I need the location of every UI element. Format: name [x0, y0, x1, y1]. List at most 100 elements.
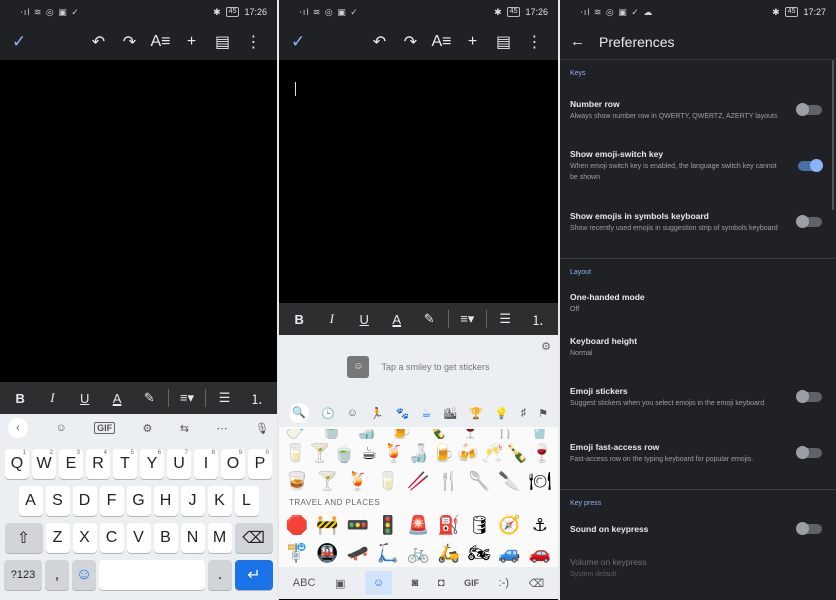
italic-button[interactable]: I — [38, 390, 66, 406]
key-k[interactable]: K — [207, 486, 232, 516]
emoji-item[interactable]: ⚓ — [526, 516, 554, 534]
objects-icon[interactable]: 💡 — [495, 407, 509, 420]
document-body[interactable] — [0, 60, 277, 382]
key-u[interactable]: U7 — [167, 449, 191, 479]
key-e[interactable]: E3 — [59, 449, 83, 479]
undo-icon[interactable]: ↶ — [83, 32, 114, 52]
highlight-icon[interactable]: ✎ — [415, 311, 443, 327]
emoji-item[interactable]: 🍴 — [435, 472, 463, 490]
align-dropdown[interactable]: ≡▾ — [173, 390, 201, 406]
emoji-item[interactable]: 🚲 — [405, 544, 433, 562]
key-l[interactable]: L — [234, 486, 259, 516]
emoji-item[interactable]: 🛹 — [344, 544, 372, 562]
emoji-item[interactable]: 🍹 — [344, 472, 372, 490]
key-x[interactable]: X — [72, 523, 97, 553]
emoji-item[interactable]: 🍶 — [352, 429, 380, 439]
emoji-item[interactable]: 🍺 — [431, 444, 456, 462]
emoji-item[interactable]: 🔪 — [496, 472, 524, 490]
key-p[interactable]: P0 — [248, 449, 272, 479]
more-icon[interactable]: ⋯ — [217, 422, 228, 435]
highlight-icon[interactable]: ✎ — [135, 390, 163, 406]
emoji-item[interactable]: 🛢 — [465, 516, 493, 534]
key-w[interactable]: W2 — [32, 449, 56, 479]
undo-icon[interactable]: ↶ — [364, 32, 395, 52]
toggle-switch[interactable] — [796, 103, 822, 116]
emoji-item[interactable]: 🏍 — [465, 544, 493, 562]
bulleted-list-icon[interactable]: ☰ — [491, 311, 519, 327]
symbols-key[interactable]: ?123 — [4, 560, 42, 590]
delete-icon[interactable]: ⌫ — [529, 577, 545, 590]
emoji-item[interactable]: 🍾 — [505, 444, 530, 462]
emoji-item[interactable]: ☕ — [357, 444, 382, 462]
key-v[interactable]: V — [126, 523, 151, 553]
emoji-item[interactable]: 🍶 — [406, 444, 431, 462]
done-check-icon[interactable]: ✓ — [287, 32, 305, 52]
emoji-item[interactable]: 🥢 — [405, 472, 433, 490]
key-a[interactable]: A — [18, 486, 43, 516]
emoji-item[interactable]: 🥃 — [283, 472, 311, 490]
emoji-item[interactable]: 🍵 — [318, 429, 346, 439]
preference-item[interactable]: Number row Always show number row in QWER… — [560, 82, 836, 138]
emoticon-button[interactable]: :-) — [499, 577, 509, 589]
emoji-item[interactable]: 🥄 — [465, 472, 493, 490]
preference-item[interactable]: Keyboard height Normal — [560, 325, 836, 369]
emoji-item[interactable]: 🚇 — [313, 544, 341, 562]
bitmoji-icon[interactable]: ◘ — [438, 577, 445, 589]
align-dropdown[interactable]: ≡▾ — [453, 311, 481, 327]
key-f[interactable]: F — [99, 486, 124, 516]
emoji-item[interactable]: 🍼 — [283, 429, 311, 439]
emoji-item[interactable]: 🍵 — [332, 444, 357, 462]
emoji-item[interactable]: 🛑 — [283, 516, 311, 534]
collapse-icon[interactable]: ‹ — [8, 418, 28, 438]
preference-item[interactable]: Emoji fast-access row Fast-access row on … — [560, 425, 836, 481]
bulleted-list-icon[interactable]: ☰ — [211, 390, 239, 406]
emoji-item[interactable]: 🥛 — [374, 472, 402, 490]
comma-key[interactable]: , — [45, 560, 69, 590]
emoji-item[interactable]: 🥛 — [283, 444, 308, 462]
key-d[interactable]: D — [72, 486, 97, 516]
key-o[interactable]: O9 — [221, 449, 245, 479]
activities-icon[interactable]: 🏆 — [469, 407, 483, 420]
toggle-switch[interactable] — [796, 215, 822, 228]
key-z[interactable]: Z — [45, 523, 70, 553]
preference-item[interactable]: Show emojis in symbols keyboard Show rece… — [560, 194, 836, 250]
food-icon[interactable]: ☕ — [421, 407, 431, 420]
emoji-item[interactable]: 🍽 — [526, 472, 554, 490]
key-m[interactable]: M — [207, 523, 232, 553]
emoji-item[interactable]: 🍻 — [455, 444, 480, 462]
emoji-item[interactable]: 🚧 — [313, 516, 341, 534]
preference-item[interactable]: Sound on keypress — [560, 512, 836, 546]
emoji-item[interactable]: 🍴 — [491, 429, 519, 439]
toggle-switch[interactable] — [796, 390, 822, 403]
emoji-item[interactable]: 🚏 — [283, 544, 311, 562]
toggle-switch[interactable] — [798, 159, 823, 172]
underline-button[interactable]: U — [71, 391, 99, 406]
more-options-icon[interactable]: ⋮ — [519, 32, 550, 52]
comment-icon[interactable]: ▤ — [207, 32, 238, 52]
shift-key[interactable]: ⇧ — [4, 523, 43, 553]
text-color-button[interactable]: A — [383, 312, 411, 327]
emoji-item[interactable]: 🍸 — [313, 472, 341, 490]
emoji-item[interactable]: 🚗 — [526, 544, 554, 562]
gif-button[interactable]: GIF — [464, 578, 479, 588]
numbered-list-icon[interactable]: ⒈ — [243, 389, 271, 408]
insert-icon[interactable]: + — [176, 33, 207, 51]
emoji-item[interactable]: 🧭 — [496, 516, 524, 534]
travel-icon[interactable]: 🏙 — [443, 407, 457, 420]
key-t[interactable]: T5 — [113, 449, 137, 479]
sticker-icon[interactable]: ▣ — [335, 577, 345, 590]
text-format-icon[interactable]: A≡ — [145, 33, 176, 51]
bold-button[interactable]: B — [6, 391, 34, 406]
settings-icon[interactable]: ⚙ — [143, 422, 153, 435]
preference-item[interactable]: One-handed mode Off — [560, 281, 836, 325]
recent-icon[interactable]: 🕒 — [321, 407, 335, 420]
key-h[interactable]: H — [153, 486, 178, 516]
bold-button[interactable]: B — [285, 312, 313, 327]
emoji-item[interactable]: 🛵 — [435, 544, 463, 562]
search-icon[interactable]: 🔍 — [289, 403, 309, 423]
key-i[interactable]: I8 — [194, 449, 218, 479]
key-y[interactable]: Y6 — [140, 449, 164, 479]
sticker-pack-icon[interactable]: ◙ — [412, 577, 419, 589]
emoji-item[interactable]: 🛴 — [374, 544, 402, 562]
key-c[interactable]: C — [99, 523, 124, 553]
